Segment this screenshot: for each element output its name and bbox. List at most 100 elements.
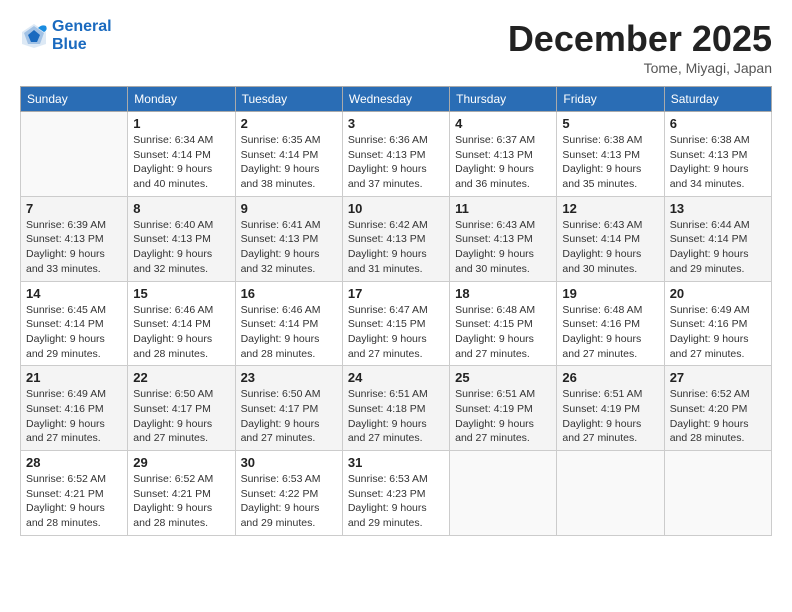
calendar-cell: 31 Sunrise: 6:53 AMSunset: 4:23 PMDayligh… <box>342 451 449 536</box>
day-number: 9 <box>241 201 337 216</box>
title-area: December 2025 Tome, Miyagi, Japan <box>508 18 772 76</box>
day-info: Sunrise: 6:43 AMSunset: 4:14 PMDaylight:… <box>562 218 658 277</box>
weekday-header: Friday <box>557 87 664 112</box>
header: General Blue December 2025 Tome, Miyagi,… <box>20 18 772 76</box>
weekday-header: Monday <box>128 87 235 112</box>
day-number: 11 <box>455 201 551 216</box>
day-info: Sunrise: 6:42 AMSunset: 4:13 PMDaylight:… <box>348 218 444 277</box>
calendar-week-row: 28Sunrise: 6:52 AMSunset: 4:21 PMDayligh… <box>21 451 772 536</box>
calendar-cell: 30 Sunrise: 6:53 AMSunset: 4:22 PMDayligh… <box>235 451 342 536</box>
day-number: 25 <box>455 370 551 385</box>
calendar-cell: 4 Sunrise: 6:37 AMSunset: 4:13 PMDaylight… <box>450 112 557 197</box>
day-number: 31 <box>348 455 444 470</box>
day-info: Sunrise: 6:44 AMSunset: 4:14 PMDaylight:… <box>670 218 766 277</box>
calendar-cell: 3 Sunrise: 6:36 AMSunset: 4:13 PMDaylight… <box>342 112 449 197</box>
day-info: Sunrise: 6:53 AMSunset: 4:23 PMDaylight:… <box>348 472 444 531</box>
weekday-header: Thursday <box>450 87 557 112</box>
logo-icon <box>20 22 48 50</box>
day-number: 13 <box>670 201 766 216</box>
day-number: 27 <box>670 370 766 385</box>
day-number: 4 <box>455 116 551 131</box>
day-info: Sunrise: 6:37 AMSunset: 4:13 PMDaylight:… <box>455 133 551 192</box>
calendar-cell <box>21 112 128 197</box>
calendar-cell <box>557 451 664 536</box>
calendar-week-row: 1Sunrise: 6:34 AMSunset: 4:14 PMDaylight… <box>21 112 772 197</box>
day-number: 14 <box>26 286 122 301</box>
calendar-cell: 28Sunrise: 6:52 AMSunset: 4:21 PMDayligh… <box>21 451 128 536</box>
day-number: 17 <box>348 286 444 301</box>
day-number: 16 <box>241 286 337 301</box>
calendar-cell: 17Sunrise: 6:47 AMSunset: 4:15 PMDayligh… <box>342 281 449 366</box>
calendar-cell: 6 Sunrise: 6:38 AMSunset: 4:13 PMDaylight… <box>664 112 771 197</box>
day-info: Sunrise: 6:46 AMSunset: 4:14 PMDaylight:… <box>241 303 337 362</box>
day-info: Sunrise: 6:38 AMSunset: 4:13 PMDaylight:… <box>562 133 658 192</box>
location-subtitle: Tome, Miyagi, Japan <box>508 60 772 76</box>
day-info: Sunrise: 6:52 AMSunset: 4:21 PMDaylight:… <box>26 472 122 531</box>
calendar-cell: 11 Sunrise: 6:43 AMSunset: 4:13 PMDayligh… <box>450 196 557 281</box>
day-info: Sunrise: 6:35 AMSunset: 4:14 PMDaylight:… <box>241 133 337 192</box>
calendar-cell: 20Sunrise: 6:49 AMSunset: 4:16 PMDayligh… <box>664 281 771 366</box>
calendar-cell: 19 Sunrise: 6:48 AMSunset: 4:16 PMDayligh… <box>557 281 664 366</box>
day-info: Sunrise: 6:48 AMSunset: 4:15 PMDaylight:… <box>455 303 551 362</box>
calendar-cell: 7 Sunrise: 6:39 AMSunset: 4:13 PMDaylight… <box>21 196 128 281</box>
day-info: Sunrise: 6:52 AMSunset: 4:21 PMDaylight:… <box>133 472 229 531</box>
day-number: 1 <box>133 116 229 131</box>
calendar-cell: 5 Sunrise: 6:38 AMSunset: 4:13 PMDaylight… <box>557 112 664 197</box>
day-info: Sunrise: 6:49 AMSunset: 4:16 PMDaylight:… <box>26 387 122 446</box>
day-number: 19 <box>562 286 658 301</box>
calendar-week-row: 14 Sunrise: 6:45 AMSunset: 4:14 PMDayligh… <box>21 281 772 366</box>
day-number: 3 <box>348 116 444 131</box>
day-info: Sunrise: 6:50 AMSunset: 4:17 PMDaylight:… <box>133 387 229 446</box>
calendar-cell: 14 Sunrise: 6:45 AMSunset: 4:14 PMDayligh… <box>21 281 128 366</box>
day-number: 10 <box>348 201 444 216</box>
day-number: 22 <box>133 370 229 385</box>
day-info: Sunrise: 6:49 AMSunset: 4:16 PMDaylight:… <box>670 303 766 362</box>
day-info: Sunrise: 6:51 AMSunset: 4:19 PMDaylight:… <box>562 387 658 446</box>
day-number: 23 <box>241 370 337 385</box>
calendar-cell <box>450 451 557 536</box>
calendar-cell: 13 Sunrise: 6:44 AMSunset: 4:14 PMDayligh… <box>664 196 771 281</box>
page: General Blue December 2025 Tome, Miyagi,… <box>0 0 792 546</box>
logo: General Blue <box>20 18 112 54</box>
calendar-cell: 18Sunrise: 6:48 AMSunset: 4:15 PMDayligh… <box>450 281 557 366</box>
calendar-cell: 2 Sunrise: 6:35 AMSunset: 4:14 PMDaylight… <box>235 112 342 197</box>
weekday-header: Saturday <box>664 87 771 112</box>
day-info: Sunrise: 6:39 AMSunset: 4:13 PMDaylight:… <box>26 218 122 277</box>
calendar-cell: 9Sunrise: 6:41 AMSunset: 4:13 PMDaylight… <box>235 196 342 281</box>
calendar-cell: 25Sunrise: 6:51 AMSunset: 4:19 PMDayligh… <box>450 366 557 451</box>
day-info: Sunrise: 6:43 AMSunset: 4:13 PMDaylight:… <box>455 218 551 277</box>
day-info: Sunrise: 6:45 AMSunset: 4:14 PMDaylight:… <box>26 303 122 362</box>
day-number: 29 <box>133 455 229 470</box>
calendar-cell: 10 Sunrise: 6:42 AMSunset: 4:13 PMDayligh… <box>342 196 449 281</box>
day-info: Sunrise: 6:50 AMSunset: 4:17 PMDaylight:… <box>241 387 337 446</box>
logo-text: General Blue <box>52 18 112 54</box>
day-info: Sunrise: 6:48 AMSunset: 4:16 PMDaylight:… <box>562 303 658 362</box>
calendar-week-row: 7 Sunrise: 6:39 AMSunset: 4:13 PMDaylight… <box>21 196 772 281</box>
day-number: 5 <box>562 116 658 131</box>
calendar-header-row: SundayMondayTuesdayWednesdayThursdayFrid… <box>21 87 772 112</box>
weekday-header: Sunday <box>21 87 128 112</box>
day-number: 21 <box>26 370 122 385</box>
weekday-header: Tuesday <box>235 87 342 112</box>
day-number: 2 <box>241 116 337 131</box>
calendar-cell: 26 Sunrise: 6:51 AMSunset: 4:19 PMDayligh… <box>557 366 664 451</box>
day-number: 6 <box>670 116 766 131</box>
day-info: Sunrise: 6:53 AMSunset: 4:22 PMDaylight:… <box>241 472 337 531</box>
calendar-cell: 12 Sunrise: 6:43 AMSunset: 4:14 PMDayligh… <box>557 196 664 281</box>
calendar-cell: 21 Sunrise: 6:49 AMSunset: 4:16 PMDayligh… <box>21 366 128 451</box>
day-info: Sunrise: 6:52 AMSunset: 4:20 PMDaylight:… <box>670 387 766 446</box>
day-number: 7 <box>26 201 122 216</box>
calendar-cell: 29 Sunrise: 6:52 AMSunset: 4:21 PMDayligh… <box>128 451 235 536</box>
day-number: 12 <box>562 201 658 216</box>
calendar-cell: 23 Sunrise: 6:50 AMSunset: 4:17 PMDayligh… <box>235 366 342 451</box>
calendar-cell: 1Sunrise: 6:34 AMSunset: 4:14 PMDaylight… <box>128 112 235 197</box>
day-info: Sunrise: 6:36 AMSunset: 4:13 PMDaylight:… <box>348 133 444 192</box>
day-number: 30 <box>241 455 337 470</box>
calendar-cell: 16 Sunrise: 6:46 AMSunset: 4:14 PMDayligh… <box>235 281 342 366</box>
day-number: 24 <box>348 370 444 385</box>
calendar-cell: 27 Sunrise: 6:52 AMSunset: 4:20 PMDayligh… <box>664 366 771 451</box>
day-number: 8 <box>133 201 229 216</box>
day-number: 26 <box>562 370 658 385</box>
day-info: Sunrise: 6:38 AMSunset: 4:13 PMDaylight:… <box>670 133 766 192</box>
calendar-table: SundayMondayTuesdayWednesdayThursdayFrid… <box>20 86 772 536</box>
